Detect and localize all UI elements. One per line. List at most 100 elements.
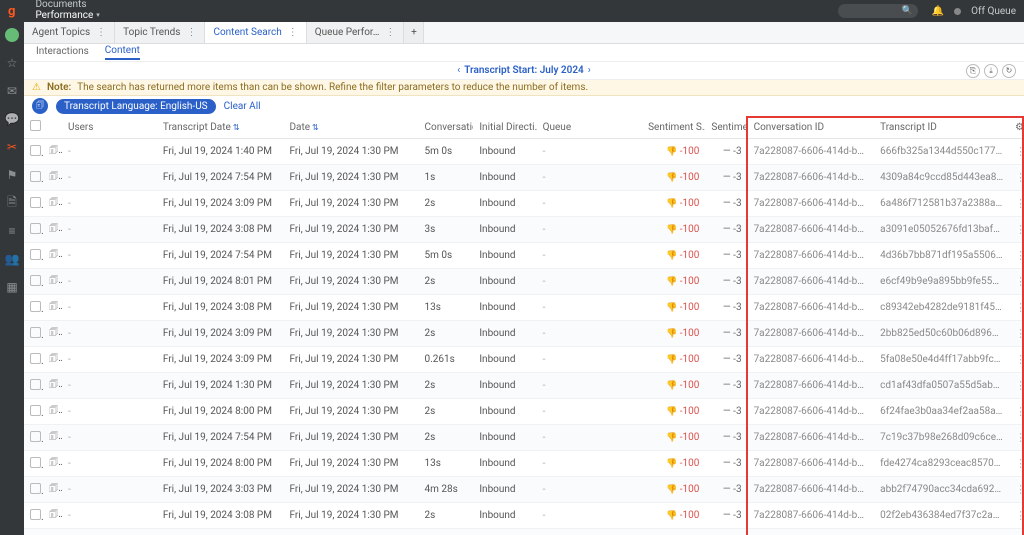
- flag-icon[interactable]: ⚑: [5, 168, 19, 182]
- subtab-content[interactable]: Content: [105, 45, 140, 60]
- scissors-icon[interactable]: ✂: [5, 140, 19, 154]
- col-queue[interactable]: Queue: [537, 116, 642, 139]
- row-kebab-button[interactable]: ⋮: [1009, 373, 1024, 399]
- row-checkbox[interactable]: [24, 503, 43, 529]
- workspace-tab[interactable]: Content Search⋮: [205, 22, 306, 43]
- star-icon[interactable]: ☆: [5, 56, 19, 70]
- subtab-interactions[interactable]: Interactions: [36, 46, 89, 59]
- table-row[interactable]: 🗊-Fri, Jul 19, 2024 3:08 PMFri, Jul 19, …: [24, 503, 1024, 529]
- topnav-item-documents[interactable]: Documents: [35, 0, 99, 10]
- workspace-tab[interactable]: Queue Perfor…⋮: [307, 22, 405, 43]
- row-kebab-button[interactable]: ⋮: [1009, 243, 1024, 269]
- row-checkbox[interactable]: [24, 191, 43, 217]
- row-kebab-button[interactable]: ⋮: [1009, 529, 1024, 535]
- chat-icon[interactable]: 💬: [5, 112, 19, 126]
- row-kebab-button[interactable]: ⋮: [1009, 217, 1024, 243]
- col-transcript-id[interactable]: Transcript ID: [874, 116, 1009, 139]
- workspace-tab[interactable]: Topic Trends⋮: [115, 22, 205, 43]
- row-kebab-button[interactable]: ⋮: [1009, 269, 1024, 295]
- row-checkbox[interactable]: [24, 477, 43, 503]
- clear-all-link[interactable]: Clear All: [224, 101, 261, 112]
- cell-sentiment-trend: — -3: [705, 243, 747, 269]
- row-kebab-button[interactable]: ⋮: [1009, 191, 1024, 217]
- col-settings[interactable]: ⚙: [1009, 116, 1024, 139]
- table-row[interactable]: 🗊-Fri, Jul 19, 2024 7:54 PMFri, Jul 19, …: [24, 243, 1024, 269]
- filter-chip[interactable]: Transcript Language: English-US: [56, 99, 216, 114]
- row-kebab-button[interactable]: ⋮: [1009, 399, 1024, 425]
- col-initial-direction[interactable]: Initial Directi…⇅: [473, 116, 536, 139]
- row-checkbox[interactable]: [24, 217, 43, 243]
- row-checkbox[interactable]: [24, 451, 43, 477]
- table-row[interactable]: 🗊-Fri, Jul 19, 2024 8:01 PMFri, Jul 19, …: [24, 269, 1024, 295]
- notifications-icon[interactable]: 🔔: [932, 6, 944, 17]
- cell-queue: -: [537, 347, 642, 373]
- table-row[interactable]: 🗊-Fri, Jul 19, 2024 3:08 PMFri, Jul 19, …: [24, 217, 1024, 243]
- table-row[interactable]: 🗊-Fri, Jul 19, 2024 8:00 PMFri, Jul 19, …: [24, 399, 1024, 425]
- people-icon[interactable]: 👥: [5, 252, 19, 266]
- col-checkbox[interactable]: [24, 116, 43, 139]
- row-kebab-button[interactable]: ⋮: [1009, 347, 1024, 373]
- row-checkbox[interactable]: [24, 269, 43, 295]
- row-kebab-button[interactable]: ⋮: [1009, 503, 1024, 529]
- col-conversation-id[interactable]: Conversation ID: [748, 116, 875, 139]
- cell-sentiment-score: 👎 -100: [642, 373, 705, 399]
- table-row[interactable]: 🗊-Fri, Jul 19, 2024 3:03 PMFri, Jul 19, …: [24, 477, 1024, 503]
- col-sentiment-trend[interactable]: Sentiment Tr…: [705, 116, 747, 139]
- table-row[interactable]: 🗊-Fri, Jul 19, 2024 3:09 PMFri, Jul 19, …: [24, 347, 1024, 373]
- global-search[interactable]: 🔍: [838, 4, 918, 18]
- col-conversation-dur[interactable]: Conversatio…: [418, 116, 473, 139]
- add-tab-button[interactable]: +: [404, 22, 424, 43]
- date-prev-button[interactable]: ‹: [453, 65, 464, 76]
- table-row[interactable]: 🗊-Fri, Jul 19, 2024 1:40 PMFri, Jul 19, …: [24, 139, 1024, 165]
- queue-status[interactable]: Off Queue: [971, 6, 1016, 17]
- filter-icon[interactable]: ⎘: [966, 64, 980, 78]
- row-checkbox[interactable]: [24, 347, 43, 373]
- table-row[interactable]: 🗊-Fri, Jul 19, 2024 3:09 PMFri, Jul 19, …: [24, 321, 1024, 347]
- col-date[interactable]: Date⇅: [283, 116, 418, 139]
- row-kebab-button[interactable]: ⋮: [1009, 321, 1024, 347]
- row-kebab-button[interactable]: ⋮: [1009, 451, 1024, 477]
- doc-icon[interactable]: 🗎: [5, 196, 19, 210]
- row-checkbox[interactable]: [24, 295, 43, 321]
- row-checkbox[interactable]: [24, 243, 43, 269]
- table-row[interactable]: 🗊-Fri, Jul 19, 2024 1:30 PMFri, Jul 19, …: [24, 373, 1024, 399]
- user-avatar-icon[interactable]: [5, 28, 19, 42]
- date-range-label[interactable]: Transcript Start: July 2024: [464, 65, 584, 76]
- row-checkbox[interactable]: [24, 321, 43, 347]
- list-icon[interactable]: ≡: [5, 224, 19, 238]
- table-row[interactable]: 🗊-Fri, Jul 19, 2024 7:54 PMFri, Jul 19, …: [24, 165, 1024, 191]
- kebab-icon[interactable]: ⋮: [385, 27, 395, 38]
- date-next-button[interactable]: ›: [584, 65, 595, 76]
- row-checkbox[interactable]: [24, 139, 43, 165]
- table-row[interactable]: 🗊-Fri, Jul 19, 2024 8:00 PMFri, Jul 19, …: [24, 451, 1024, 477]
- row-checkbox[interactable]: [24, 425, 43, 451]
- kebab-icon[interactable]: ⋮: [96, 27, 106, 38]
- col-transcript-date[interactable]: Transcript Date⇅: [157, 116, 284, 139]
- download-icon[interactable]: ⤓: [984, 64, 998, 78]
- cell-conversation-id: 7a228087-6606-414d-b7bd-180ff118fb43: [748, 529, 875, 535]
- table-row[interactable]: 🗊-Fri, Jul 19, 2024 3:03 PMFri, Jul 19, …: [24, 529, 1024, 535]
- grid-icon[interactable]: ▦: [5, 280, 19, 294]
- inbox-icon[interactable]: ✉: [5, 84, 19, 98]
- row-kebab-button[interactable]: ⋮: [1009, 295, 1024, 321]
- row-checkbox[interactable]: [24, 165, 43, 191]
- cell-transcript-date: Fri, Jul 19, 2024 3:08 PM: [157, 217, 284, 243]
- col-users[interactable]: Users: [62, 116, 157, 139]
- row-checkbox[interactable]: [24, 399, 43, 425]
- kebab-icon[interactable]: ⋮: [288, 27, 298, 38]
- row-kebab-button[interactable]: ⋮: [1009, 165, 1024, 191]
- table-row[interactable]: 🗊-Fri, Jul 19, 2024 3:08 PMFri, Jul 19, …: [24, 295, 1024, 321]
- table-row[interactable]: 🗊-Fri, Jul 19, 2024 3:09 PMFri, Jul 19, …: [24, 191, 1024, 217]
- refresh-icon[interactable]: ↻: [1002, 64, 1016, 78]
- kebab-icon[interactable]: ⋮: [186, 27, 196, 38]
- row-kebab-button[interactable]: ⋮: [1009, 477, 1024, 503]
- workspace-tab[interactable]: Agent Topics⋮: [24, 22, 115, 43]
- row-kebab-button[interactable]: ⋮: [1009, 425, 1024, 451]
- cell-date: Fri, Jul 19, 2024 1:30 PM: [283, 503, 418, 529]
- row-kebab-button[interactable]: ⋮: [1009, 139, 1024, 165]
- col-sentiment-score[interactable]: Sentiment S…⇅: [642, 116, 705, 139]
- row-checkbox[interactable]: [24, 373, 43, 399]
- row-checkbox[interactable]: [24, 529, 43, 535]
- table-row[interactable]: 🗊-Fri, Jul 19, 2024 7:54 PMFri, Jul 19, …: [24, 425, 1024, 451]
- row-type-icon: 🗊: [43, 165, 62, 191]
